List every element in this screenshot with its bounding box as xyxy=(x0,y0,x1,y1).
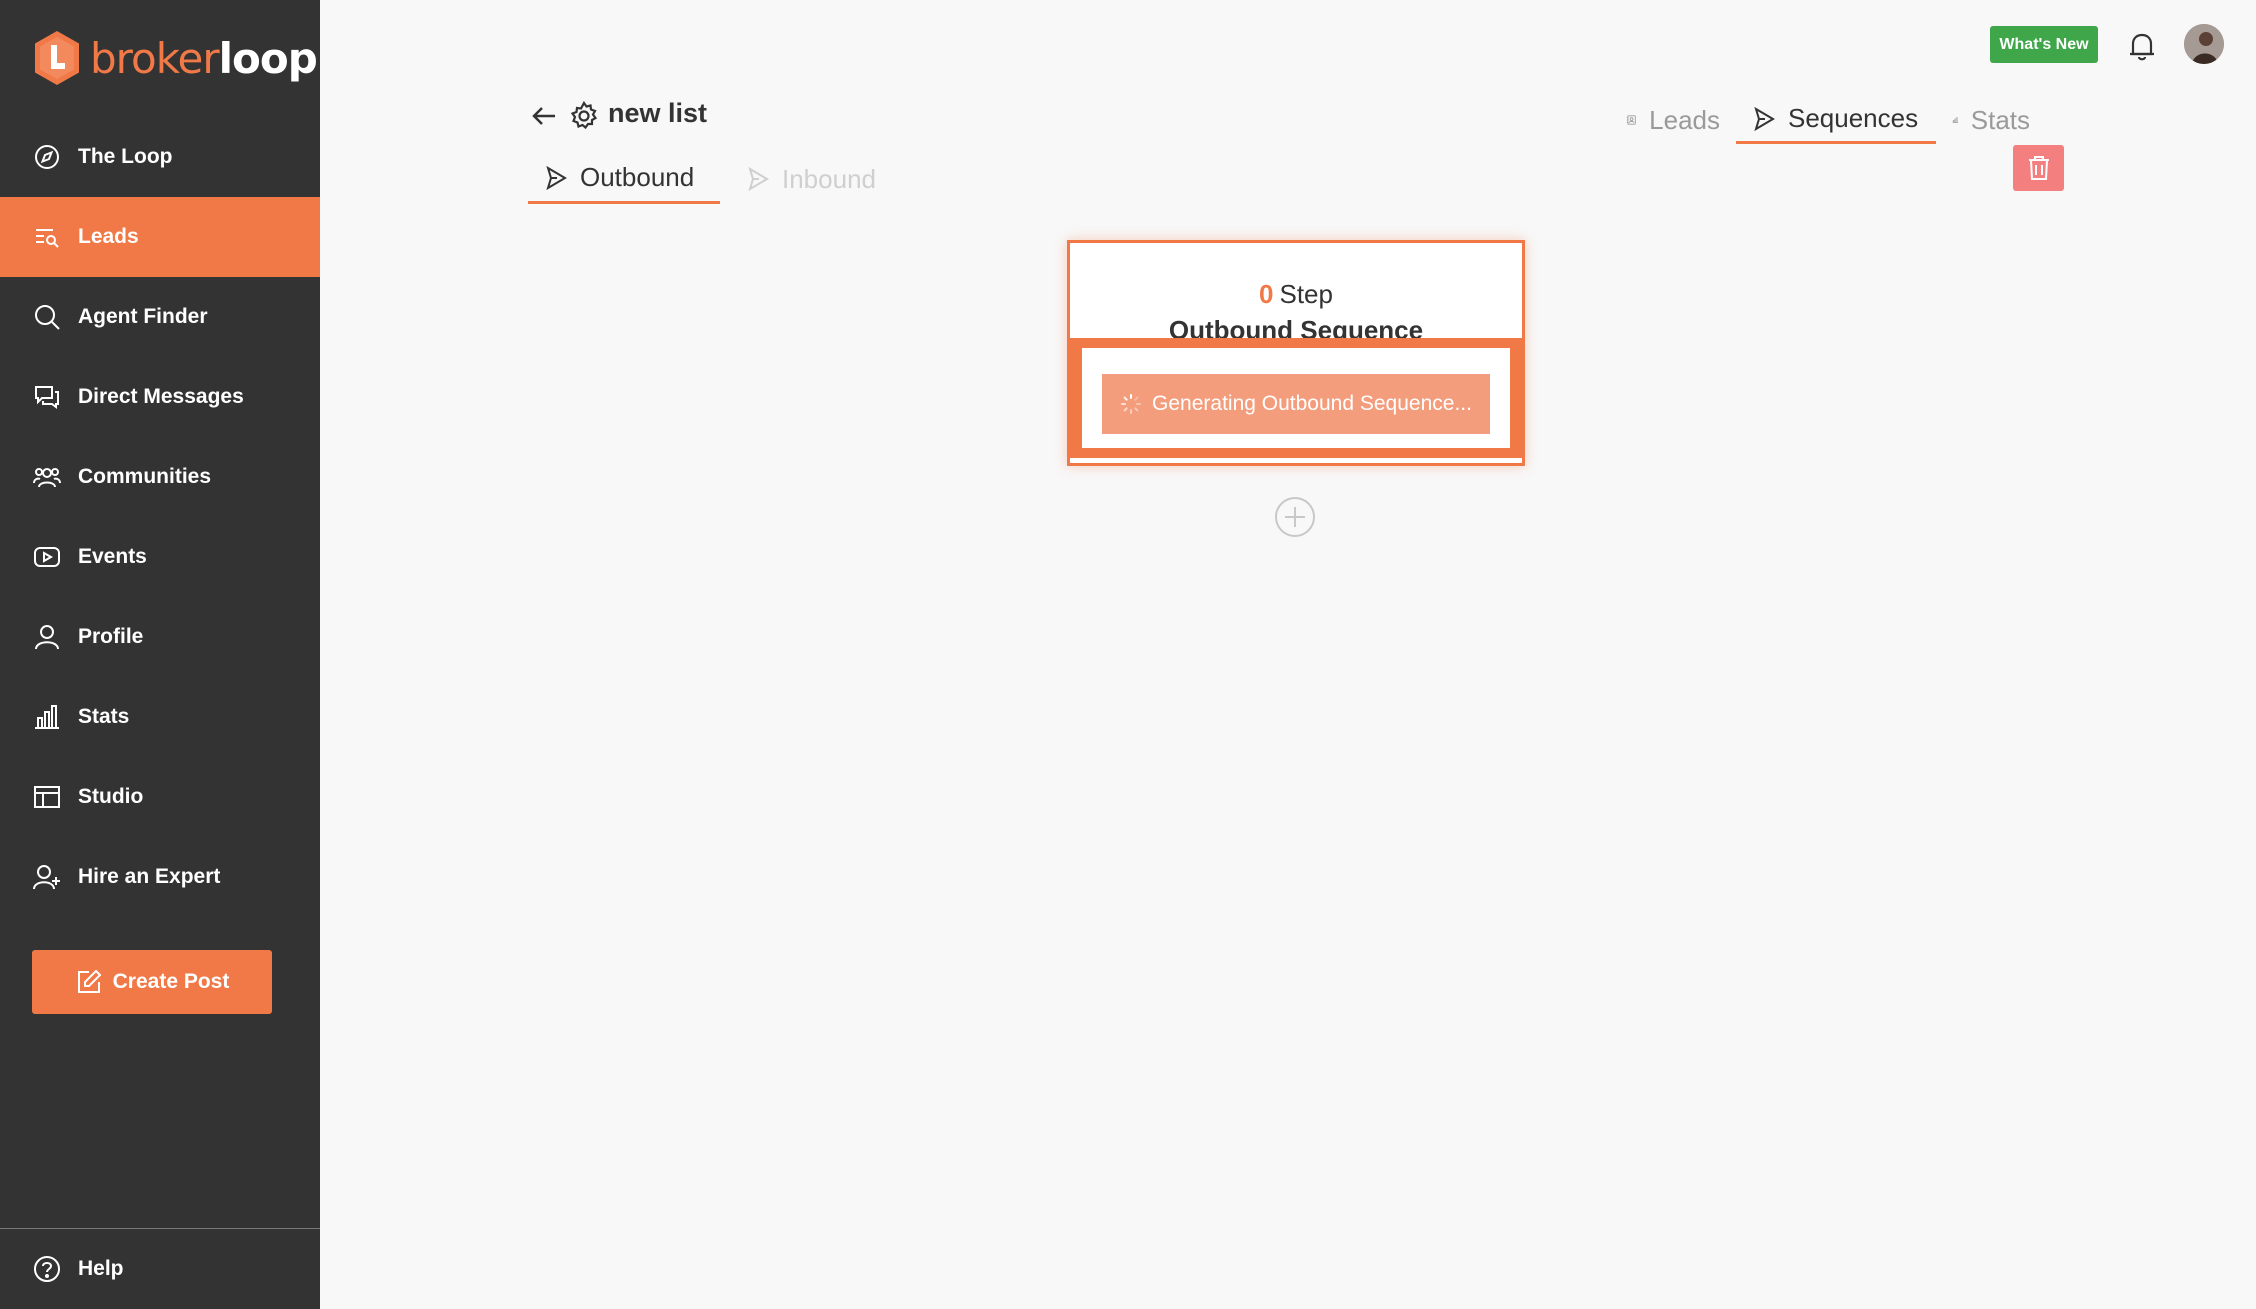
back-arrow-icon[interactable] xyxy=(528,100,560,132)
sidebar-item-label: Events xyxy=(78,545,147,568)
send-icon xyxy=(546,165,567,190)
search-icon xyxy=(32,302,62,332)
bar-chart-icon xyxy=(1952,117,1959,123)
sidebar-item-label: Hire an Expert xyxy=(78,865,221,888)
page-title: new list xyxy=(608,98,708,128)
sidebar-item-leads[interactable]: Leads xyxy=(0,197,320,277)
help-label: Help xyxy=(78,1257,124,1280)
sidebar-item-profile[interactable]: Profile xyxy=(0,597,320,677)
help-icon xyxy=(34,1256,60,1282)
tab-outbound-label: Outbound xyxy=(580,162,695,192)
tab-stats-label: Stats xyxy=(1970,104,2030,135)
delete-button[interactable] xyxy=(2013,145,2064,191)
messages-icon xyxy=(32,382,62,412)
sidebar-nav: The Loop Leads Agent Finder Direct Messa… xyxy=(0,117,320,917)
sidebar-item-the-loop[interactable]: The Loop xyxy=(0,117,320,197)
logo-broker-text: broker xyxy=(90,33,220,83)
tab-inbound[interactable]: Inbound xyxy=(730,154,892,204)
edit-icon xyxy=(77,969,102,993)
sidebar-item-label: Agent Finder xyxy=(78,305,208,328)
generating-panel: Generating Outbound Sequence... xyxy=(1082,348,1510,448)
people-icon xyxy=(32,462,62,492)
logo-loop-text: loop xyxy=(218,33,318,83)
tab-stats[interactable]: Stats xyxy=(1936,96,2046,144)
spinner-icon xyxy=(1121,394,1142,414)
tab-sequences-label: Sequences xyxy=(1788,103,1919,133)
sidebar-item-studio[interactable]: Studio xyxy=(0,757,320,837)
sidebar-item-hire-an-expert[interactable]: Hire an Expert xyxy=(0,837,320,917)
compass-icon xyxy=(32,142,62,172)
sidebar-item-stats[interactable]: Stats xyxy=(0,677,320,757)
layout-icon xyxy=(32,782,62,812)
contact-book-icon xyxy=(1626,115,1636,125)
settings-gear-icon[interactable] xyxy=(568,100,600,132)
leads-search-icon xyxy=(32,222,62,252)
add-step-plus-icon[interactable] xyxy=(1274,496,1316,538)
create-post-label: Create Post xyxy=(112,970,230,993)
sidebar: brokerloop The Loop Leads Agent Finder D… xyxy=(0,0,320,1309)
video-play-icon xyxy=(32,542,62,572)
step-count-number: 0 xyxy=(1259,279,1274,309)
generating-sequence-button[interactable]: Generating Outbound Sequence... xyxy=(1102,374,1490,434)
tab-leads-label: Leads xyxy=(1649,104,1720,135)
sidebar-item-agent-finder[interactable]: Agent Finder xyxy=(0,277,320,357)
create-post-button[interactable]: Create Post xyxy=(32,950,272,1014)
user-plus-icon xyxy=(32,862,62,892)
sidebar-item-label: Direct Messages xyxy=(78,385,244,408)
tab-sequences[interactable]: Sequences xyxy=(1736,96,1936,144)
sidebar-item-communities[interactable]: Communities xyxy=(0,437,320,517)
trash-icon xyxy=(2028,156,2049,180)
send-icon xyxy=(1754,106,1775,131)
tab-leads[interactable]: Leads xyxy=(1610,96,1736,144)
tab-outbound[interactable]: Outbound xyxy=(528,154,720,204)
generating-label: Generating Outbound Sequence... xyxy=(1152,392,1472,415)
top-tabs: Leads Sequences Stats xyxy=(1610,96,2046,144)
sidebar-item-label: Stats xyxy=(78,705,130,728)
bar-chart-icon xyxy=(32,702,62,732)
sub-tabs: Outbound Inbound xyxy=(528,154,892,204)
user-avatar[interactable] xyxy=(2184,24,2224,64)
sidebar-item-events[interactable]: Events xyxy=(0,517,320,597)
sidebar-item-label: The Loop xyxy=(78,145,173,168)
sequence-card[interactable]: 0 Step Outbound Sequence Generating Outbo… xyxy=(1067,240,1525,466)
sidebar-item-label: Studio xyxy=(78,785,144,808)
sidebar-item-label: Communities xyxy=(78,465,212,488)
generating-overlay: Generating Outbound Sequence... xyxy=(1070,338,1522,458)
logo-hexagon-icon xyxy=(35,31,79,85)
brokerloop-logo[interactable]: brokerloop xyxy=(32,28,318,88)
tab-inbound-label: Inbound xyxy=(782,163,876,194)
sidebar-item-label: Leads xyxy=(78,225,139,248)
step-count-label: Step xyxy=(1279,279,1333,309)
user-icon xyxy=(32,622,62,652)
sidebar-item-label: Profile xyxy=(78,625,144,648)
whats-new-button[interactable]: What's New xyxy=(1990,26,2098,63)
send-icon xyxy=(748,167,769,191)
sidebar-item-direct-messages[interactable]: Direct Messages xyxy=(0,357,320,437)
notification-bell-icon[interactable] xyxy=(2124,28,2160,64)
sequence-step-count: 0 Step xyxy=(1070,279,1522,310)
help-link[interactable]: Help xyxy=(0,1229,320,1309)
